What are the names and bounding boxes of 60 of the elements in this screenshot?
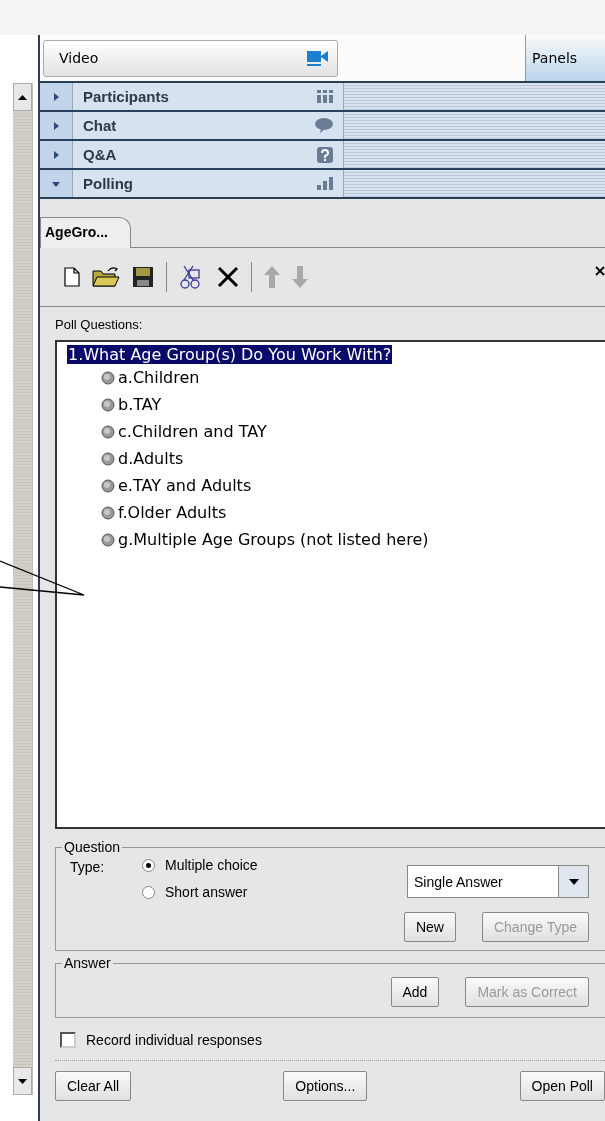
panel-title: Participants: [83, 88, 169, 105]
up-arrow-icon: [18, 94, 27, 100]
radio-icon: [101, 370, 115, 385]
scroll-down-button[interactable]: [13, 1067, 32, 1095]
panel-header[interactable]: Chat: [40, 112, 605, 141]
footer-button[interactable]: Options...: [283, 1071, 368, 1101]
save-icon[interactable]: [132, 266, 154, 288]
panel-header[interactable]: Q&A: [40, 141, 605, 170]
caret-icon: [568, 878, 579, 885]
question-icon: [317, 146, 333, 163]
action-button[interactable]: Add: [390, 977, 440, 1007]
delete-icon[interactable]: [217, 266, 239, 288]
answer-mode-dropdown[interactable]: Single Answer: [407, 865, 589, 898]
people-grid-icon: [317, 90, 333, 103]
answer-item: g.Multiple Age Groups (not listed here): [118, 530, 429, 549]
radio-icon: [101, 424, 115, 439]
footer-button[interactable]: Clear All: [55, 1071, 132, 1101]
chat-bubble-icon: [315, 118, 333, 133]
radio-button[interactable]: [142, 858, 155, 872]
close-icon[interactable]: [595, 266, 605, 276]
video-camera-icon: [307, 50, 329, 66]
answer-item: d.Adults: [118, 449, 184, 468]
new-document-icon[interactable]: [64, 267, 80, 287]
option-label: Short answer: [165, 884, 248, 900]
group-title: Question: [63, 839, 122, 855]
radio-icon: [101, 505, 115, 520]
panels-button[interactable]: Panels: [525, 35, 605, 81]
radio-option[interactable]: Multiple choice: [142, 857, 258, 873]
radio-option[interactable]: Short answer: [142, 884, 258, 900]
checkbox-label: Record individual responses: [86, 1032, 262, 1048]
down-arrow-icon: [18, 1078, 27, 1084]
radio-icon: [101, 397, 115, 412]
action-button[interactable]: New: [403, 912, 456, 942]
answer-item: b.TAY: [118, 395, 162, 414]
radio-icon: [101, 451, 115, 466]
bar-chart-icon: [317, 177, 333, 190]
footer-button[interactable]: Open Poll: [519, 1071, 605, 1101]
radio-button[interactable]: [142, 885, 155, 899]
option-label: Multiple choice: [165, 857, 258, 873]
answer-item: f.Older Adults: [118, 503, 227, 522]
panel-title: Chat: [83, 117, 117, 134]
radio-icon: [101, 478, 115, 493]
scrollbar[interactable]: [13, 83, 33, 1095]
type-label: Type:: [70, 858, 106, 877]
answer-item: a.Children: [118, 368, 200, 387]
panel-title: Polling: [83, 175, 133, 192]
poll-questions-label: Poll Questions:: [54, 316, 144, 334]
group-title: Answer: [63, 955, 112, 971]
scroll-up-button[interactable]: [13, 83, 32, 111]
checkbox[interactable]: [60, 1032, 76, 1048]
question-item[interactable]: 1.What Age Group(s) Do You Work With?: [67, 345, 393, 364]
panel-header[interactable]: Polling: [40, 170, 605, 199]
panel-header[interactable]: Participants: [40, 83, 605, 112]
poll-tab[interactable]: AgeGro...: [40, 217, 131, 248]
video-button[interactable]: Video: [43, 39, 338, 77]
radio-icon: [101, 532, 115, 547]
open-folder-icon[interactable]: [92, 266, 120, 288]
answer-item: c.Children and TAY: [118, 422, 267, 441]
panel-title: Q&A: [83, 146, 117, 163]
answer-item: e.TAY and Adults: [118, 476, 252, 495]
